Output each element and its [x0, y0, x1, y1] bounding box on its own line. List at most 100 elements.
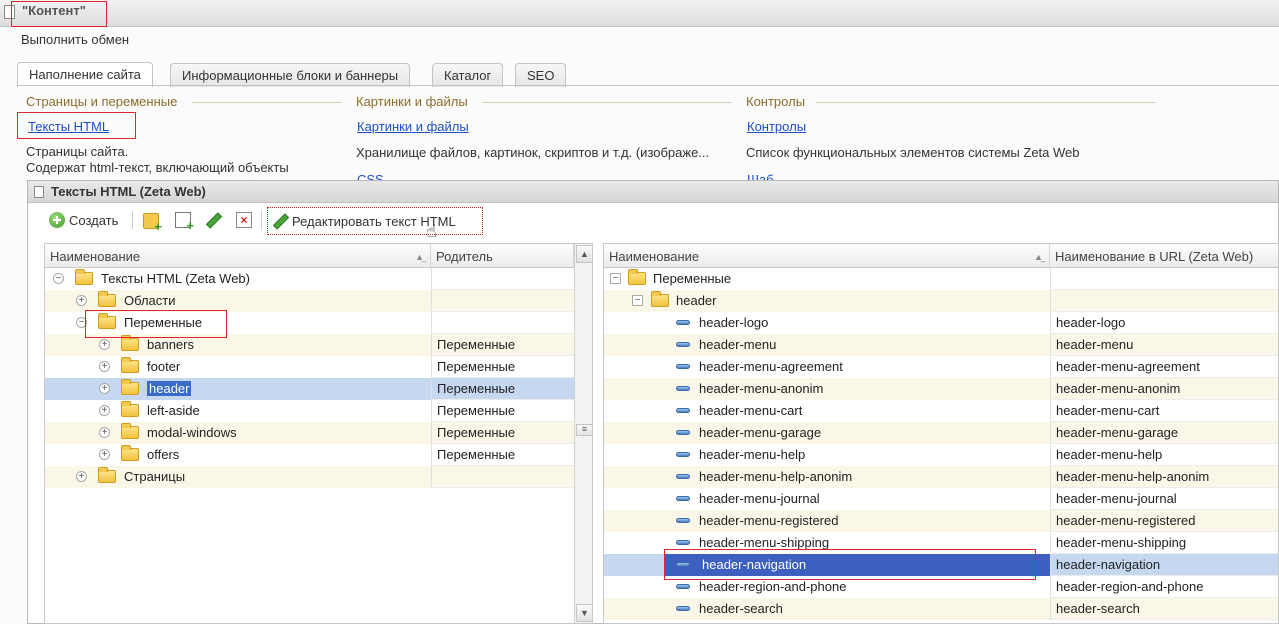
section-header-pages: Страницы и переменные — [26, 94, 178, 109]
expand-icon[interactable]: + — [99, 383, 110, 394]
edit-html-button[interactable]: Редактировать текст HTML — [267, 207, 483, 235]
tree-row[interactable]: + Области — [45, 290, 592, 312]
column-header-name[interactable]: Наименование ▲̲ — [45, 244, 431, 268]
tab-site-content[interactable]: Наполнение сайта — [17, 62, 153, 87]
list-row-name: header-menu-cart — [699, 403, 803, 418]
item-icon — [676, 540, 690, 545]
scroll-up-button[interactable]: ▲ — [576, 245, 592, 263]
tab-divider — [17, 85, 1279, 86]
list-row[interactable]: header-menu-cart header-menu-cart — [604, 400, 1278, 422]
list-row[interactable]: header-menu-anonim header-menu-anonim — [604, 378, 1278, 400]
tree-row[interactable]: + footer Переменные — [45, 356, 592, 378]
item-icon — [676, 562, 690, 567]
tree-row-name: offers — [147, 447, 180, 462]
list-row[interactable]: header-menu header-menu — [604, 334, 1278, 356]
list-row-name: header-logo — [699, 315, 769, 330]
create-button[interactable]: Создать — [49, 209, 118, 231]
tree-row-parent: Переменные — [431, 444, 574, 466]
list-row[interactable]: header-search header-search — [604, 598, 1278, 620]
column-header-name-right[interactable]: Наименование ▲̲ — [604, 244, 1050, 268]
list-row-name: header — [676, 293, 717, 308]
tab-catalog[interactable]: Каталог — [432, 63, 504, 87]
window-titlebar: "Контент" — [0, 0, 1279, 27]
expand-icon[interactable]: + — [99, 339, 110, 350]
left-tree-grid[interactable]: Наименование ▲̲ Родитель − Тексты HTML (Z… — [44, 243, 593, 624]
folder-icon — [98, 291, 116, 307]
link-images-files[interactable]: Картинки и файлы — [357, 119, 469, 134]
list-row[interactable]: header-navigation header-navigation — [604, 554, 1278, 576]
section-header-images: Картинки и файлы — [356, 94, 468, 109]
tree-row[interactable]: + banners Переменные — [45, 334, 592, 356]
item-icon — [676, 386, 690, 391]
tree-row[interactable]: + modal-windows Переменные — [45, 422, 592, 444]
link-html-texts[interactable]: Тексты HTML — [28, 119, 109, 134]
pencil-icon — [272, 213, 288, 229]
collapse-icon[interactable]: − — [53, 273, 64, 284]
list-row-name: header-search — [699, 601, 783, 616]
link-templates-partial[interactable]: Шаб — [747, 172, 774, 180]
delete-button[interactable]: × — [236, 209, 252, 231]
plus-circle-icon — [49, 212, 65, 228]
tree-row-parent — [431, 312, 574, 334]
folder-icon — [121, 379, 139, 395]
folder-icon — [121, 401, 139, 417]
column-header-url[interactable]: Наименование в URL (Zeta Web) — [1050, 244, 1278, 268]
tree-row[interactable]: + header Переменные — [45, 378, 592, 400]
tree-row-name: modal-windows — [147, 425, 237, 440]
list-row-url: header-search — [1050, 598, 1278, 620]
section-line — [192, 102, 342, 103]
link-controls[interactable]: Контролы — [747, 119, 806, 134]
list-row-url: header-navigation — [1050, 554, 1278, 576]
tree-row-name: footer — [147, 359, 181, 374]
collapse-icon[interactable]: − — [610, 273, 621, 284]
tree-row[interactable]: + left-aside Переменные — [45, 400, 592, 422]
collapse-icon[interactable]: − — [76, 317, 87, 328]
tab-info-blocks[interactable]: Информационные блоки и баннеры — [170, 63, 411, 87]
delete-x-icon: × — [236, 212, 252, 228]
list-row[interactable]: header-logo header-logo — [604, 312, 1278, 334]
copy-button[interactable] — [175, 209, 194, 233]
expand-icon[interactable]: + — [99, 361, 110, 372]
left-scrollbar[interactable]: ▲ ≡ ▼ — [574, 244, 592, 623]
scroll-thumb[interactable]: ≡ — [576, 424, 592, 436]
edit-button[interactable] — [205, 209, 221, 231]
list-row[interactable]: header-menu-help header-menu-help — [604, 444, 1278, 466]
tree-row[interactable]: + offers Переменные — [45, 444, 592, 466]
collapse-icon[interactable]: − — [632, 295, 643, 306]
tree-row-parent: Переменные — [431, 400, 574, 422]
copy-add-icon — [175, 212, 194, 233]
folder-icon — [121, 423, 139, 439]
item-icon — [676, 518, 690, 523]
list-row[interactable]: − header — [604, 290, 1278, 312]
tree-row[interactable]: + Страницы — [45, 466, 592, 488]
list-row-url: header-menu-help-anonim — [1050, 466, 1278, 488]
tree-row[interactable]: − Переменные — [45, 312, 592, 334]
tree-row-name: left-aside — [147, 403, 200, 418]
tree-row[interactable]: − Тексты HTML (Zeta Web) — [45, 268, 592, 290]
list-row[interactable]: − Переменные — [604, 268, 1278, 290]
expand-icon[interactable]: + — [99, 405, 110, 416]
tab-seo[interactable]: SEO — [515, 63, 567, 87]
expand-icon[interactable]: + — [99, 449, 110, 460]
scroll-down-button[interactable]: ▼ — [576, 604, 592, 622]
right-tree-grid[interactable]: Наименование ▲̲ Наименование в URL (Zeta… — [603, 243, 1279, 624]
list-row[interactable]: header-menu-journal header-menu-journal — [604, 488, 1278, 510]
subwindow-title: Тексты HTML (Zeta Web) — [51, 184, 206, 199]
tree-row-parent — [431, 268, 574, 290]
list-row[interactable]: header-menu-garage header-menu-garage — [604, 422, 1278, 444]
column-header-parent[interactable]: Родитель — [431, 244, 574, 268]
item-icon — [676, 474, 690, 479]
list-row[interactable]: header-menu-registered header-menu-regist… — [604, 510, 1278, 532]
expand-icon[interactable]: + — [99, 427, 110, 438]
expand-icon[interactable]: + — [76, 471, 87, 482]
list-row[interactable]: header-menu-agreement header-menu-agreeme… — [604, 356, 1278, 378]
list-row-url — [1050, 268, 1278, 290]
list-row-name: header-navigation — [699, 554, 810, 576]
list-row[interactable]: header-region-and-phone header-region-and… — [604, 576, 1278, 598]
list-row[interactable]: header-menu-shipping header-menu-shipping — [604, 532, 1278, 554]
exchange-link[interactable]: Выполнить обмен — [21, 32, 129, 47]
list-row[interactable]: header-menu-help-anonim header-menu-help-… — [604, 466, 1278, 488]
create-folder-button[interactable] — [143, 209, 162, 234]
link-css-partial[interactable]: CSS — [357, 172, 384, 180]
expand-icon[interactable]: + — [76, 295, 87, 306]
